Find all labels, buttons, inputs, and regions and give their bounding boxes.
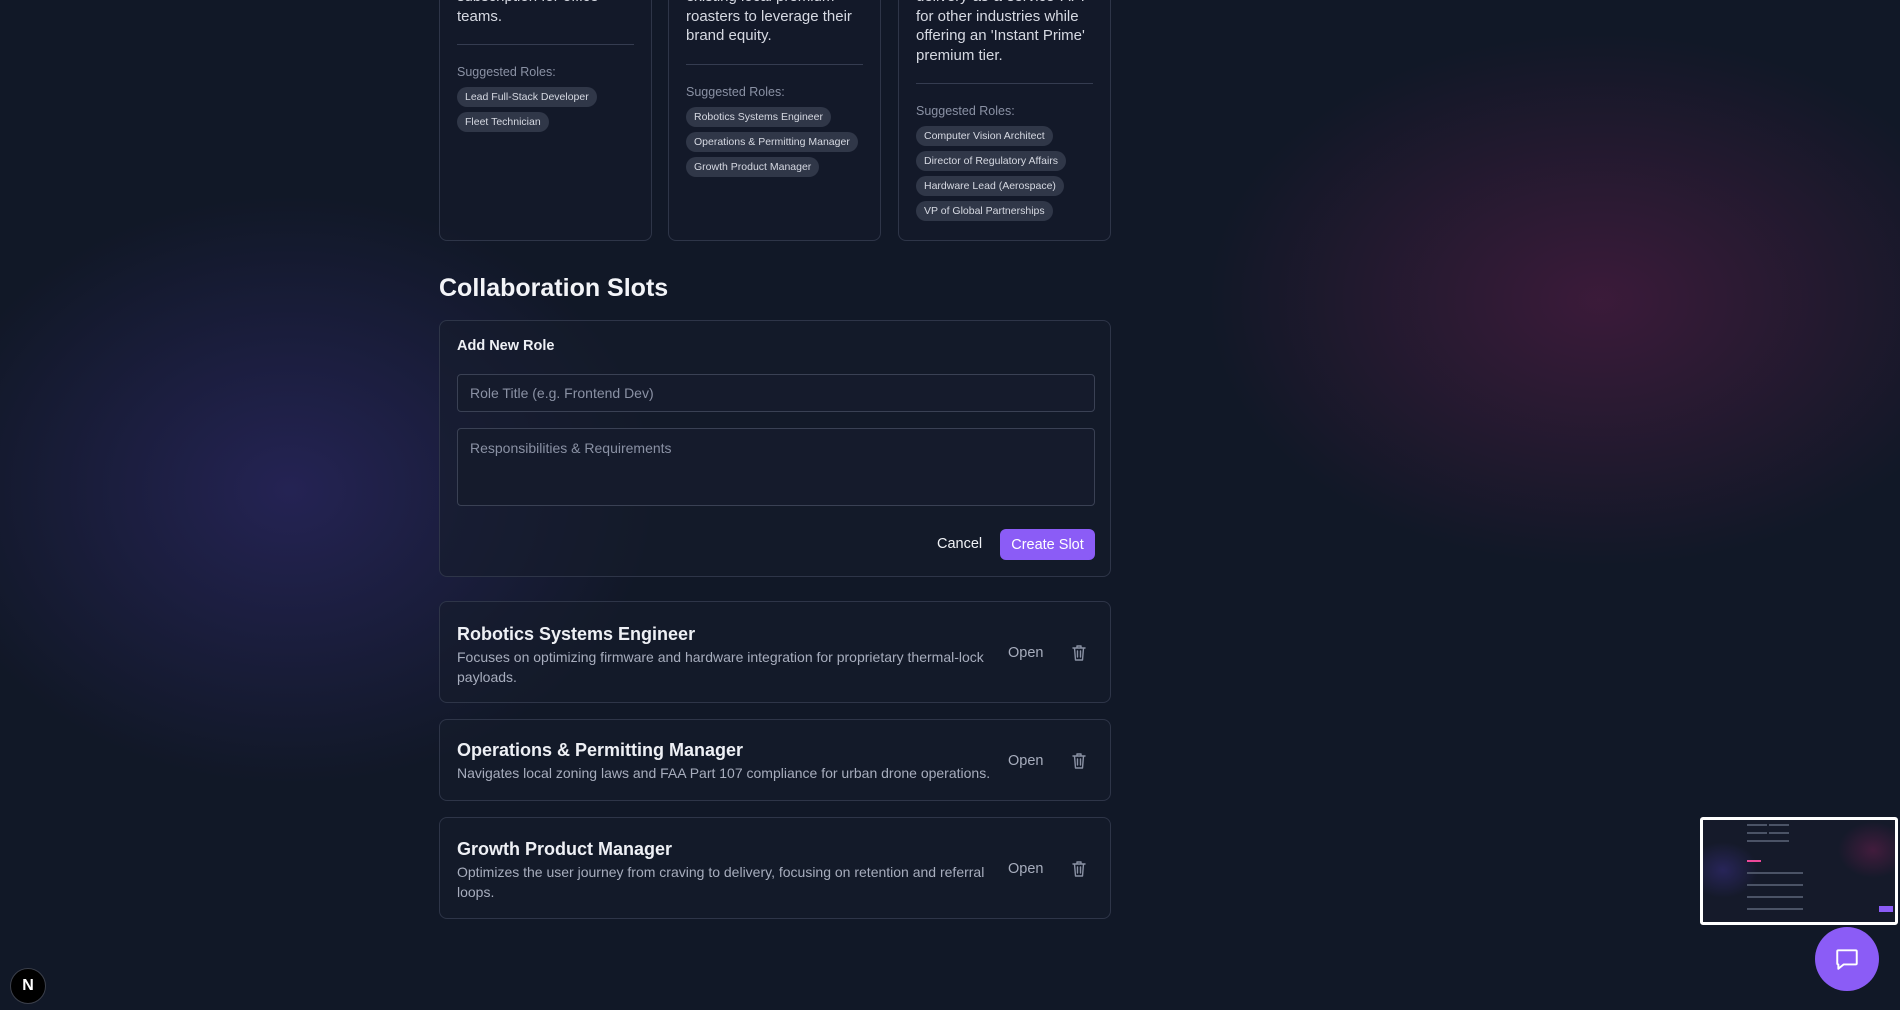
role-chip[interactable]: VP of Global Partnerships bbox=[916, 201, 1053, 221]
section-title: Collaboration Slots bbox=[439, 274, 669, 302]
slot-card: Growth Product Manager Optimizes the use… bbox=[439, 817, 1111, 919]
role-chip[interactable]: Director of Regulatory Affairs bbox=[916, 151, 1067, 171]
preview-line bbox=[1747, 840, 1789, 842]
preview-line bbox=[1747, 860, 1761, 862]
divider bbox=[686, 63, 863, 65]
slot-card: Operations & Permitting Manager Navigate… bbox=[439, 719, 1111, 801]
suggested-roles-list: Computer Vision Architect Director of Re… bbox=[916, 126, 1093, 221]
create-slot-button[interactable]: Create Slot bbox=[1000, 529, 1095, 560]
preview-line bbox=[1769, 824, 1789, 826]
role-chip[interactable]: Robotics Systems Engineer bbox=[686, 106, 831, 127]
preview-line bbox=[1747, 884, 1803, 886]
trash-icon[interactable] bbox=[1071, 860, 1087, 878]
add-role-form: Add New Role Cancel Create Slot bbox=[439, 320, 1111, 577]
trash-icon[interactable] bbox=[1071, 752, 1087, 770]
slot-status-open[interactable]: Open bbox=[1008, 858, 1043, 880]
divider bbox=[457, 44, 634, 45]
responsibilities-textarea[interactable] bbox=[457, 428, 1095, 506]
idea-description: subscription for office teams. bbox=[457, 0, 598, 25]
trash-icon[interactable] bbox=[1071, 644, 1087, 662]
chat-bubble-icon bbox=[1836, 949, 1858, 970]
page-preview-thumbnail[interactable] bbox=[1700, 817, 1898, 925]
suggested-roles-list: Robotics Systems Engineer Operations & P… bbox=[686, 106, 863, 177]
preview-line bbox=[1747, 908, 1803, 910]
idea-card: subscription for office teams. Suggested… bbox=[439, 0, 652, 241]
slot-title: Operations & Permitting Manager bbox=[457, 740, 744, 760]
role-chip[interactable]: Fleet Technician bbox=[457, 112, 549, 132]
idea-card: delivery-as-a-service' API for other ind… bbox=[898, 0, 1111, 241]
slot-status-open[interactable]: Open bbox=[1008, 750, 1043, 772]
suggested-roles-label: Suggested Roles: bbox=[686, 84, 785, 99]
idea-description: existing local premium roasters to lever… bbox=[686, 0, 852, 44]
idea-card: existing local premium roasters to lever… bbox=[668, 0, 881, 241]
preview-line bbox=[1747, 824, 1767, 826]
preview-line bbox=[1747, 872, 1803, 874]
slot-status-open[interactable]: Open bbox=[1008, 642, 1043, 664]
slot-title: Growth Product Manager bbox=[457, 839, 673, 859]
cancel-button[interactable]: Cancel bbox=[928, 529, 991, 559]
role-chip[interactable]: Hardware Lead (Aerospace) bbox=[916, 176, 1064, 196]
slot-title: Robotics Systems Engineer bbox=[457, 624, 696, 644]
slot-description: Optimizes the user journey from craving … bbox=[457, 864, 985, 900]
n-logo-badge[interactable]: N bbox=[10, 968, 46, 1004]
preview-line bbox=[1747, 896, 1803, 898]
form-heading: Add New Role bbox=[457, 338, 555, 354]
slot-card: Robotics Systems Engineer Focuses on opt… bbox=[439, 601, 1111, 703]
slot-description: Navigates local zoning laws and FAA Part… bbox=[457, 765, 991, 781]
role-title-input[interactable] bbox=[457, 374, 1095, 412]
suggested-roles-label: Suggested Roles: bbox=[457, 65, 556, 79]
slot-description: Focuses on optimizing firmware and hardw… bbox=[457, 649, 984, 685]
role-chip[interactable]: Operations & Permitting Manager bbox=[686, 131, 858, 152]
role-chip[interactable]: Computer Vision Architect bbox=[916, 126, 1053, 146]
suggested-roles-label: Suggested Roles: bbox=[916, 104, 1015, 118]
preview-line bbox=[1747, 832, 1767, 834]
chat-button[interactable] bbox=[1815, 927, 1879, 991]
preview-line bbox=[1879, 906, 1893, 912]
role-chip[interactable]: Lead Full-Stack Developer bbox=[457, 87, 597, 107]
preview-line bbox=[1769, 832, 1789, 834]
role-chip[interactable]: Growth Product Manager bbox=[686, 156, 820, 177]
suggested-roles-list: Lead Full-Stack Developer Fleet Technici… bbox=[457, 87, 634, 132]
divider bbox=[916, 83, 1093, 84]
idea-description: delivery-as-a-service' API for other ind… bbox=[916, 0, 1085, 64]
